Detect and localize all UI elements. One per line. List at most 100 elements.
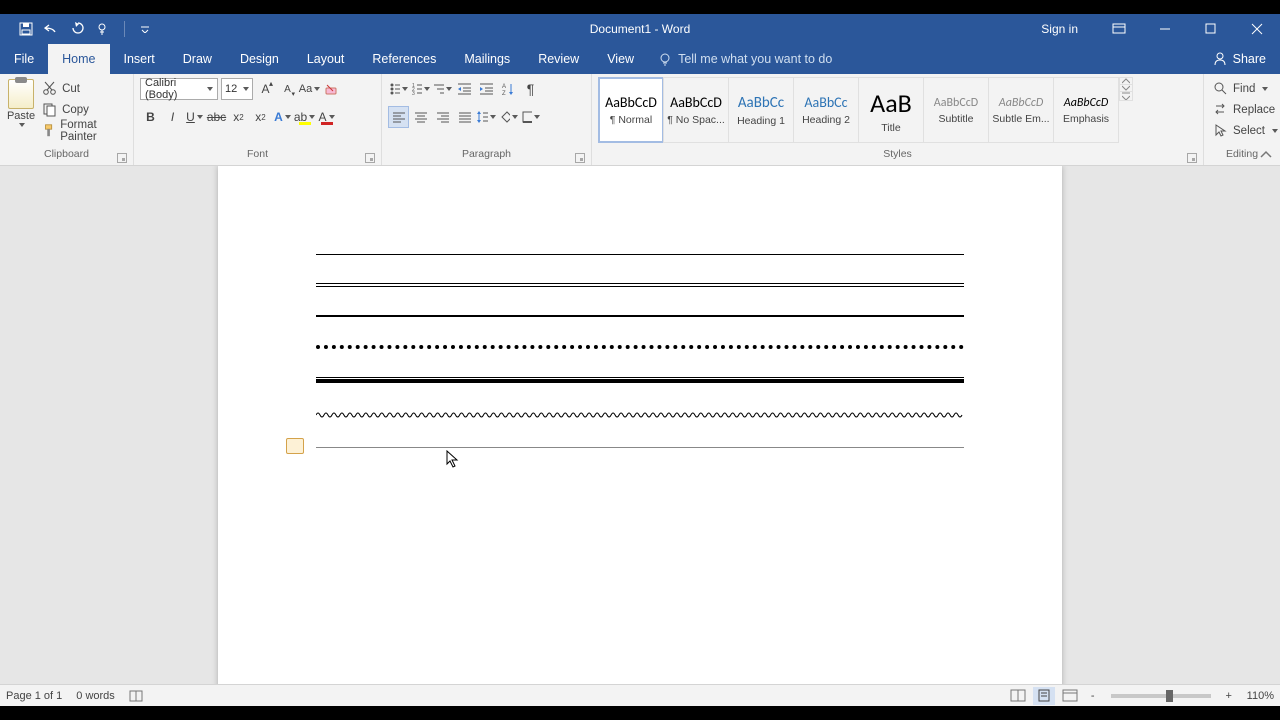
subscript-button[interactable]: x2	[228, 106, 249, 128]
chevron-down-icon	[512, 115, 518, 119]
shading-button[interactable]	[498, 106, 519, 128]
dialog-launcher-icon[interactable]	[1187, 153, 1197, 163]
paste-button[interactable]: Paste	[6, 77, 36, 127]
redo-icon[interactable]	[70, 21, 86, 37]
font-size-combo[interactable]: 12	[221, 78, 253, 100]
bullets-button[interactable]	[388, 78, 409, 100]
style-heading-1[interactable]: AaBbCcHeading 1	[728, 77, 794, 143]
maximize-icon[interactable]	[1188, 14, 1234, 44]
tab-insert[interactable]: Insert	[110, 44, 169, 74]
style-title[interactable]: AaBTitle	[858, 77, 924, 143]
touch-mode-icon[interactable]	[96, 21, 112, 37]
strikethrough-button[interactable]: abc	[206, 106, 227, 128]
tab-design[interactable]: Design	[226, 44, 293, 74]
tab-draw[interactable]: Draw	[169, 44, 226, 74]
share-button[interactable]: Share	[1199, 44, 1280, 74]
style-subtle-em---[interactable]: AaBbCcDSubtle Em...	[988, 77, 1054, 143]
style-subtitle[interactable]: AaBbCcDSubtitle	[923, 77, 989, 143]
dialog-launcher-icon[interactable]	[365, 153, 375, 163]
minimize-icon[interactable]	[1142, 14, 1188, 44]
tab-home[interactable]: Home	[48, 44, 109, 74]
tab-layout[interactable]: Layout	[293, 44, 359, 74]
collapse-ribbon-icon[interactable]	[1258, 147, 1274, 163]
zoom-level[interactable]: 110%	[1247, 690, 1274, 702]
style---no-spac---[interactable]: AaBbCcD¶ No Spac...	[663, 77, 729, 143]
tab-review[interactable]: Review	[524, 44, 593, 74]
border-icon	[521, 110, 532, 124]
align-center-button[interactable]	[410, 106, 431, 128]
decrease-indent-button[interactable]	[454, 78, 475, 100]
select-button[interactable]: Select	[1213, 121, 1278, 140]
style---normal[interactable]: AaBbCcD¶ Normal	[598, 77, 664, 143]
zoom-out-button[interactable]: -	[1085, 690, 1101, 702]
text-effects-button[interactable]: A	[272, 106, 293, 128]
save-icon[interactable]	[18, 21, 34, 37]
styles-up-icon[interactable]	[1120, 78, 1132, 85]
shrink-font-button[interactable]: A▾	[278, 78, 297, 100]
zoom-thumb[interactable]	[1166, 690, 1173, 702]
view-read-icon[interactable]	[1007, 687, 1029, 705]
comment-marker-icon[interactable]	[286, 438, 304, 454]
status-proof-icon[interactable]	[129, 689, 145, 703]
highlight-button[interactable]: ab	[294, 106, 315, 128]
zoom-slider[interactable]	[1111, 694, 1211, 698]
font-color-button[interactable]: A	[316, 106, 337, 128]
svg-text:Z: Z	[502, 91, 506, 96]
clear-formatting-button[interactable]	[322, 78, 341, 100]
tab-view[interactable]: View	[593, 44, 648, 74]
tab-file[interactable]: File	[0, 44, 48, 74]
underline-button[interactable]: U	[184, 106, 205, 128]
find-button[interactable]: Find	[1213, 79, 1278, 98]
status-bar: Page 1 of 1 0 words - + 110%	[0, 684, 1280, 706]
superscript-button[interactable]: x2	[250, 106, 271, 128]
grow-font-button[interactable]: A▴	[256, 78, 275, 100]
copy-button[interactable]: Copy	[42, 100, 127, 119]
zoom-in-button[interactable]: +	[1221, 690, 1237, 702]
styles-gallery[interactable]: AaBbCcD¶ NormalAaBbCcD¶ No Spac...AaBbCc…	[598, 77, 1119, 143]
align-left-button[interactable]	[388, 106, 409, 128]
align-right-button[interactable]	[432, 106, 453, 128]
sort-button[interactable]: AZ	[498, 78, 519, 100]
justify-button[interactable]	[454, 106, 475, 128]
style-heading-2[interactable]: AaBbCcHeading 2	[793, 77, 859, 143]
tell-me-search[interactable]: Tell me what you want to do	[648, 44, 842, 74]
cut-button[interactable]: Cut	[42, 79, 127, 98]
bucket-icon	[499, 110, 510, 124]
chevron-down-icon	[285, 115, 291, 119]
scissors-icon	[42, 81, 57, 96]
replace-button[interactable]: Replace	[1213, 100, 1278, 119]
word-app: Document1 - Word Sign in File Home Inser…	[0, 14, 1280, 706]
numbering-button[interactable]: 123	[410, 78, 431, 100]
dialog-launcher-icon[interactable]	[117, 153, 127, 163]
styles-down-icon[interactable]	[1120, 85, 1132, 92]
change-case-button[interactable]: Aa	[300, 78, 319, 100]
show-marks-button[interactable]: ¶	[520, 78, 541, 100]
format-painter-button[interactable]: Format Painter	[42, 121, 127, 140]
group-label-editing: Editing	[1226, 148, 1258, 160]
close-icon[interactable]	[1234, 14, 1280, 44]
undo-icon[interactable]	[44, 21, 60, 37]
status-words[interactable]: 0 words	[76, 690, 115, 702]
status-page[interactable]: Page 1 of 1	[6, 690, 62, 702]
view-print-icon[interactable]	[1033, 687, 1055, 705]
increase-indent-button[interactable]	[476, 78, 497, 100]
font-name-combo[interactable]: Calibri (Body)	[140, 78, 218, 100]
page[interactable]	[218, 166, 1062, 684]
person-icon	[1213, 52, 1227, 66]
styles-scroll[interactable]	[1119, 77, 1133, 101]
ribbon-display-icon[interactable]	[1096, 14, 1142, 44]
italic-button[interactable]: I	[162, 106, 183, 128]
signin-link[interactable]: Sign in	[1023, 22, 1096, 36]
tab-mailings[interactable]: Mailings	[450, 44, 524, 74]
qat-customize-icon[interactable]	[137, 21, 153, 37]
style-emphasis[interactable]: AaBbCcDEmphasis	[1053, 77, 1119, 143]
tab-references[interactable]: References	[358, 44, 450, 74]
dialog-launcher-icon[interactable]	[575, 153, 585, 163]
document-area[interactable]	[0, 166, 1280, 684]
bold-button[interactable]: B	[140, 106, 161, 128]
view-web-icon[interactable]	[1059, 687, 1081, 705]
styles-more-icon[interactable]	[1120, 92, 1132, 100]
line-spacing-button[interactable]	[476, 106, 497, 128]
borders-button[interactable]	[520, 106, 541, 128]
multilevel-list-button[interactable]	[432, 78, 453, 100]
